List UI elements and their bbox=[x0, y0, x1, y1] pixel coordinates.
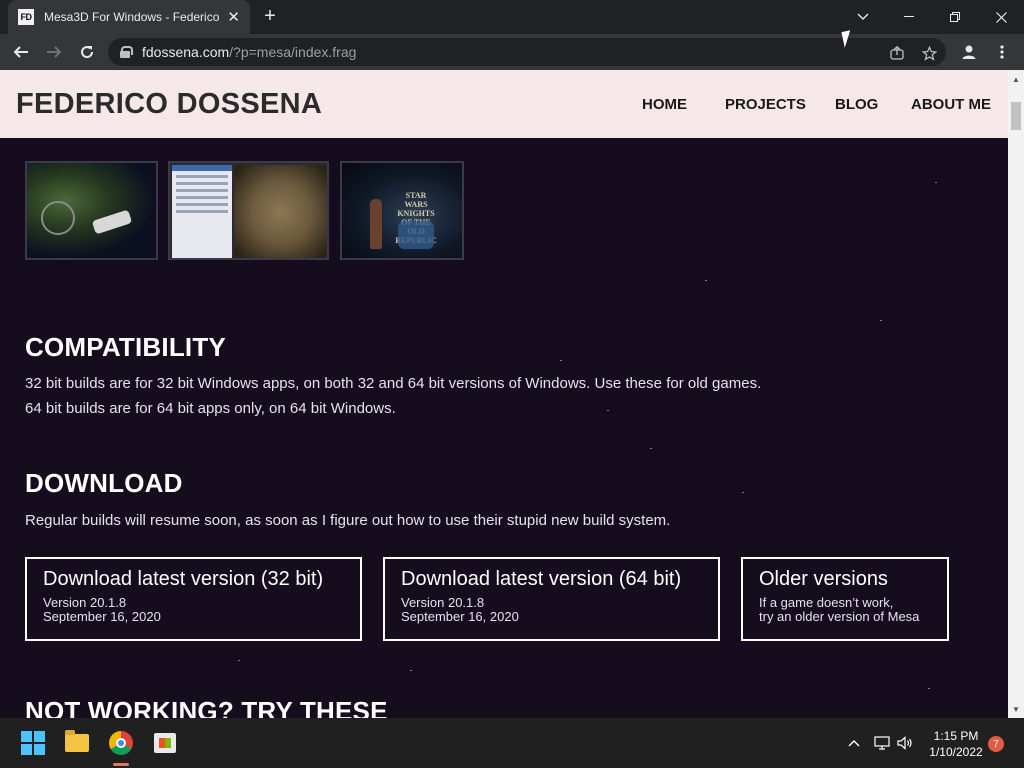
nav-about-link[interactable]: ABOUT ME bbox=[911, 96, 991, 113]
windows-taskbar: 1:15 PM 1/10/2022 7 bbox=[0, 718, 1024, 768]
thumbnail-detail bbox=[172, 165, 232, 171]
compatibility-heading: COMPATIBILITY bbox=[25, 332, 226, 362]
notification-badge[interactable]: 7 bbox=[988, 736, 1004, 752]
store-icon[interactable] bbox=[152, 730, 178, 756]
screenshot-thumbnail-kotor[interactable]: STAR WARS KNIGHTS OF THE OLD REPUBLIC bbox=[340, 161, 464, 260]
thumbnail-detail bbox=[176, 189, 228, 192]
nav-blog-link[interactable]: BLOG bbox=[835, 96, 878, 113]
button-version: Version 20.1.8 bbox=[43, 595, 127, 610]
thumbnail-detail bbox=[176, 210, 228, 213]
star-dot bbox=[880, 320, 882, 321]
site-header: FEDERICO DOSSENA HOME PROJECTS BLOG ABOU… bbox=[0, 70, 1008, 138]
scroll-up-icon[interactable]: ▲ bbox=[1008, 72, 1024, 86]
page-scrollbar[interactable]: ▲ ▼ bbox=[1008, 70, 1024, 718]
volume-icon[interactable] bbox=[896, 734, 914, 752]
star-dot bbox=[928, 688, 930, 689]
lock-icon[interactable] bbox=[120, 46, 133, 58]
forward-arrow-icon[interactable] bbox=[42, 40, 66, 64]
button-title: Older versions bbox=[759, 568, 888, 590]
compatibility-line-2: 64 bit builds are for 64 bit apps only, … bbox=[25, 400, 396, 417]
clock-time: 1:15 PM bbox=[933, 729, 979, 743]
download-heading: DOWNLOAD bbox=[25, 468, 183, 498]
address-bar[interactable]: fdossena.com/?p=mesa/index.frag bbox=[108, 38, 946, 66]
web-page: FEDERICO DOSSENA HOME PROJECTS BLOG ABOU… bbox=[0, 70, 1008, 718]
back-arrow-icon[interactable] bbox=[9, 40, 33, 64]
share-icon[interactable] bbox=[888, 44, 906, 62]
scroll-thumb[interactable] bbox=[1011, 102, 1021, 130]
profile-icon[interactable] bbox=[957, 40, 981, 64]
site-favicon-icon: FD bbox=[18, 9, 34, 25]
network-icon[interactable] bbox=[873, 734, 891, 752]
star-dot bbox=[238, 660, 240, 661]
screenshot-thumbnail-space-game[interactable] bbox=[25, 161, 158, 260]
star-icon[interactable] bbox=[920, 44, 938, 62]
thumbnail-detail bbox=[176, 182, 228, 185]
reload-icon[interactable] bbox=[75, 40, 99, 64]
thumbnail-detail bbox=[176, 196, 228, 199]
screenshot-thumbnail-rock-render[interactable] bbox=[168, 161, 329, 260]
file-explorer-icon[interactable] bbox=[64, 730, 90, 756]
system-clock[interactable]: 1:15 PM 1/10/2022 bbox=[920, 728, 992, 760]
chrome-icon[interactable] bbox=[108, 730, 134, 756]
download-32bit-button[interactable]: Download latest version (32 bit) Version… bbox=[25, 557, 362, 641]
download-note: Regular builds will resume soon, as soon… bbox=[25, 512, 671, 529]
restore-icon[interactable] bbox=[932, 0, 978, 34]
clock-date: 1/10/2022 bbox=[929, 745, 983, 759]
button-hint: If a game doesn’t work, bbox=[759, 595, 894, 610]
windows-logo-icon bbox=[21, 731, 45, 755]
thumbnail-detail bbox=[370, 199, 382, 249]
thumbnail-detail bbox=[176, 175, 228, 178]
star-dot bbox=[705, 280, 707, 281]
thumbnail-detail bbox=[398, 221, 434, 249]
button-hint: try an older version of Mesa bbox=[759, 609, 920, 624]
minimize-icon[interactable] bbox=[886, 0, 932, 34]
star-dot bbox=[742, 492, 744, 493]
browser-tab[interactable]: FD Mesa3D For Windows - Federico Dossena… bbox=[8, 0, 250, 34]
button-title: Download latest version (64 bit) bbox=[401, 568, 682, 590]
tab-strip: FD Mesa3D For Windows - Federico Dossena… bbox=[0, 0, 1024, 34]
scroll-down-icon[interactable]: ▼ bbox=[1008, 702, 1024, 716]
star-dot bbox=[935, 182, 937, 183]
browser-toolbar: fdossena.com/?p=mesa/index.frag bbox=[0, 34, 1024, 70]
button-version: Version 20.1.8 bbox=[401, 595, 485, 610]
chevron-up-icon[interactable] bbox=[845, 734, 863, 752]
star-dot bbox=[560, 360, 562, 361]
thumbnail-detail bbox=[91, 209, 133, 235]
close-icon[interactable] bbox=[978, 0, 1024, 34]
star-dot bbox=[650, 448, 652, 449]
site-title[interactable]: FEDERICO DOSSENA bbox=[16, 88, 322, 121]
download-64bit-button[interactable]: Download latest version (64 bit) Version… bbox=[383, 557, 720, 641]
not-working-heading: NOT WORKING? TRY THESE bbox=[25, 696, 388, 718]
thumbnail-detail bbox=[41, 201, 75, 235]
older-versions-button[interactable]: Older versions If a game doesn’t work, t… bbox=[741, 557, 949, 641]
new-tab-button[interactable]: + bbox=[260, 6, 280, 28]
star-dot bbox=[410, 670, 412, 671]
more-vert-icon[interactable] bbox=[990, 40, 1014, 64]
button-title: Download latest version (32 bit) bbox=[43, 568, 324, 590]
active-app-indicator bbox=[113, 763, 129, 766]
url-host: fdossena.com bbox=[142, 44, 230, 60]
button-date: September 16, 2020 bbox=[401, 609, 519, 624]
thumbnail-detail bbox=[172, 165, 232, 258]
start-icon[interactable] bbox=[20, 730, 46, 756]
nav-projects-link[interactable]: PROJECTS bbox=[725, 96, 806, 113]
star-dot bbox=[607, 410, 609, 411]
thumbnail-detail bbox=[234, 165, 327, 258]
tab-title: Mesa3D For Windows - Federico Dossena bbox=[44, 10, 220, 24]
button-date: September 16, 2020 bbox=[43, 609, 161, 624]
tab-search-icon[interactable] bbox=[840, 0, 886, 34]
tab-close-icon[interactable]: ✕ bbox=[227, 10, 240, 25]
url-path: /?p=mesa/index.frag bbox=[229, 44, 357, 60]
nav-home-link[interactable]: HOME bbox=[642, 96, 687, 113]
compatibility-line-1: 32 bit builds are for 32 bit Windows app… bbox=[25, 375, 762, 392]
thumbnail-detail bbox=[176, 203, 228, 206]
